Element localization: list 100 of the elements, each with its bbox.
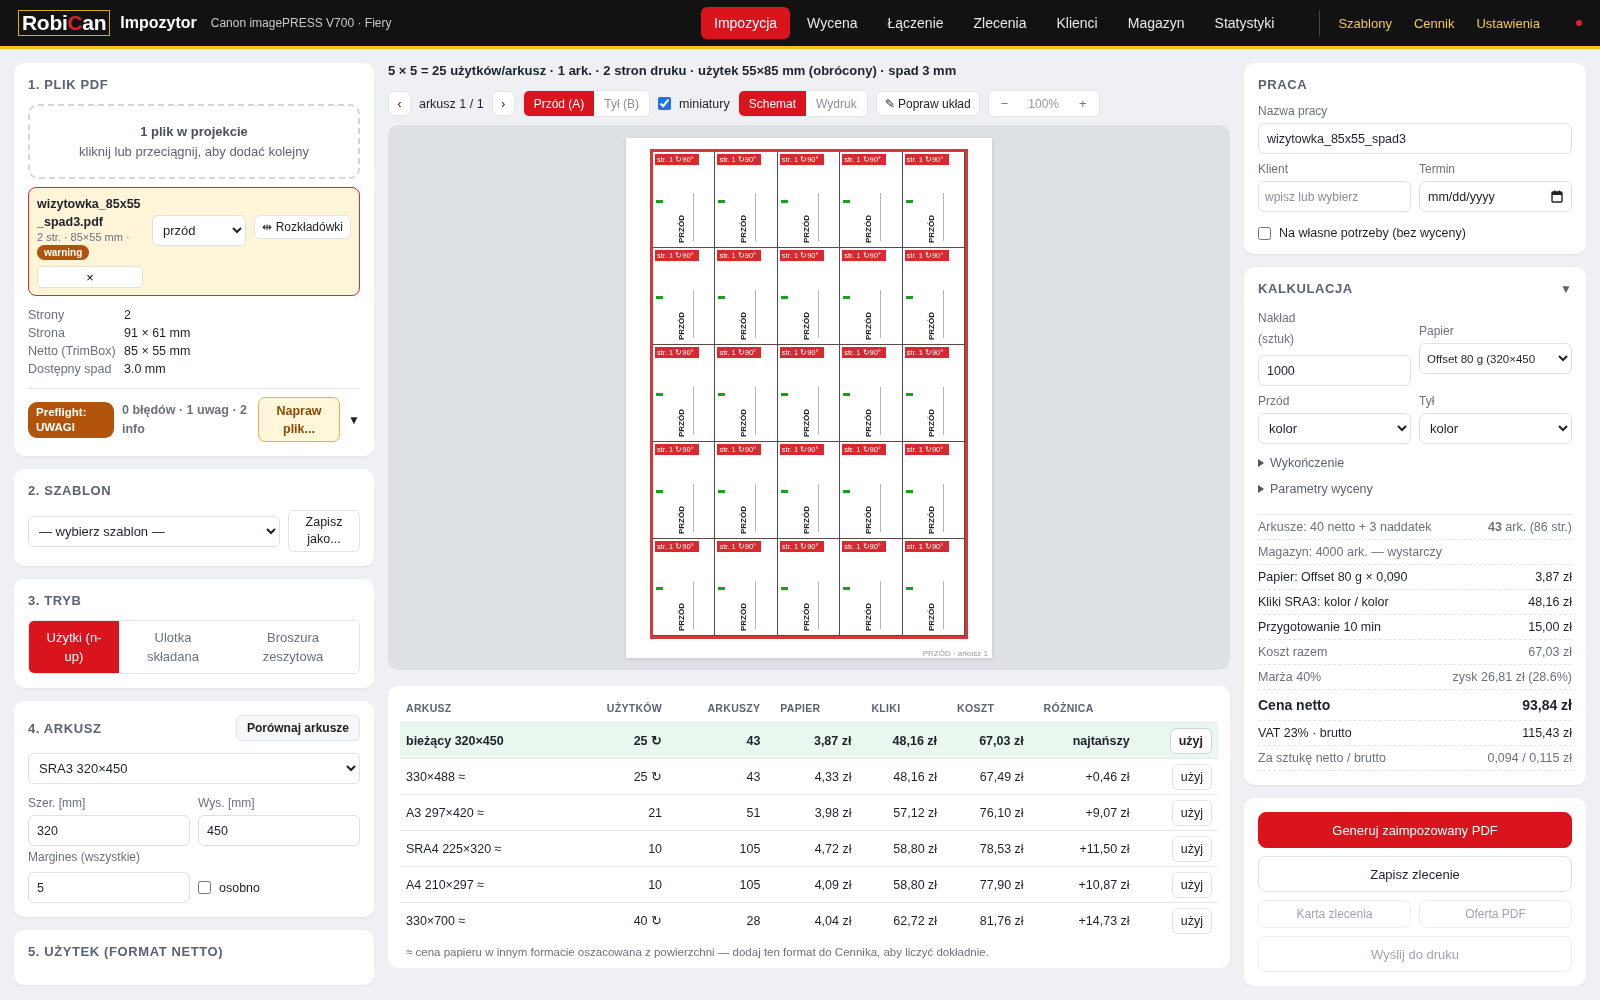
nav-tab[interactable]: Łączenie xyxy=(874,7,957,39)
marker-icon xyxy=(656,393,663,397)
marker-icon xyxy=(718,489,726,493)
column-header: KOSZT xyxy=(943,694,1030,723)
quantity-field[interactable]: 1000 xyxy=(1258,355,1411,386)
table-cell: 25 ↻ xyxy=(566,758,669,795)
cost-value: 0,094 / 0,115 zł xyxy=(1487,751,1572,765)
collapse-toggle[interactable]: ▼ xyxy=(1560,281,1572,296)
table-cell: 3,98 zł xyxy=(766,794,858,831)
fine-print-mark xyxy=(880,580,882,629)
side-select[interactable]: przód xyxy=(152,215,247,246)
view-tab[interactable]: Schemat xyxy=(738,91,807,116)
back-color-select[interactable]: kolor xyxy=(1419,413,1572,444)
thumbnails-checkbox[interactable] xyxy=(658,97,671,110)
fine-print-mark xyxy=(693,580,694,629)
fine-print-mark xyxy=(755,290,757,339)
section-title: KALKULACJA xyxy=(1258,281,1353,296)
marker-icon xyxy=(718,296,726,300)
nav-tab[interactable]: Klienci xyxy=(1043,7,1111,39)
compare-button[interactable]: Porównaj arkusze xyxy=(235,715,360,741)
table-cell: 330×488 ≈ xyxy=(400,758,567,795)
drop-zone[interactable]: 1 plik w projekcie kliknij lub przeciągnij, aby dodać kolejny xyxy=(28,104,360,179)
previous-button[interactable]: ‹ xyxy=(388,91,411,116)
layout-summary: 5 × 5 = 25 użytków/arkusz · 1 ark. · 2 stron druku · użytek 55×85 mm (obrócony) · spad 3 mm xyxy=(388,63,958,78)
checkbox-label: Na własne potrzeby (bez wyceny) xyxy=(1279,226,1466,240)
paper-select[interactable]: Offset 80 g (320×450 xyxy=(1419,343,1572,374)
table-cell: 105 xyxy=(668,866,767,903)
fine-print-mark xyxy=(817,483,819,532)
use-button[interactable]: użyj xyxy=(1171,799,1212,826)
header-link[interactable]: Cennik xyxy=(1413,15,1455,31)
table-cell: +0,46 zł xyxy=(1029,758,1136,795)
zoom-in-button[interactable]: + xyxy=(1071,96,1095,111)
fine-print-mark xyxy=(755,580,757,629)
field-label: Szer. [mm] xyxy=(28,796,87,810)
separate-checkbox[interactable] xyxy=(198,881,211,894)
table-cell: najtańszy xyxy=(1029,722,1136,759)
column-header: UŻYTKÓW xyxy=(566,694,669,723)
nav-tab[interactable]: Wycena xyxy=(794,7,871,39)
checkbox-label: osobno xyxy=(219,880,260,895)
front-color-select[interactable]: kolor xyxy=(1258,413,1411,444)
side-label: PRZÓD xyxy=(801,505,811,534)
height-field[interactable]: 450 xyxy=(198,815,360,846)
section-title: 2. SZABLON xyxy=(28,483,113,498)
action-button[interactable]: Generuj zaimpozowany PDF xyxy=(1258,812,1572,848)
info-value: 91 × 61 mm xyxy=(124,326,192,340)
sheet-select[interactable]: SRA3 320×450 xyxy=(28,753,360,784)
header-link[interactable]: Ustawienia xyxy=(1476,15,1540,31)
fix-file-button[interactable]: Napraw plik... xyxy=(258,397,340,442)
table-note: ≈ cena papieru w innym formacie oszacowana z powierzchni — dodaj ten format do Cennika, aby liczyć dokładnie. xyxy=(405,945,990,960)
use-button[interactable]: użyj xyxy=(1171,871,1212,898)
marker-icon xyxy=(905,489,913,493)
info-value: 85 × 55 mm xyxy=(124,344,192,358)
next-button[interactable]: › xyxy=(491,91,515,116)
nav-tab[interactable]: Magazyn xyxy=(1114,7,1198,39)
section-title: 3. TRYB xyxy=(28,593,83,608)
table-cell: 48,16 zł xyxy=(857,722,944,759)
action-button[interactable]: Zapisz zlecenie xyxy=(1258,856,1572,892)
zoom-out-button[interactable]: − xyxy=(992,96,1017,111)
fine-print-mark xyxy=(755,386,757,435)
nav-tab[interactable]: Impozycja xyxy=(701,7,791,39)
width-field[interactable]: 320 xyxy=(28,815,190,846)
nav-tab[interactable]: Statystyki xyxy=(1201,7,1288,39)
job-name-field[interactable]: wizytowka_85x55_spad3 xyxy=(1258,123,1572,154)
internal-checkbox[interactable] xyxy=(1258,226,1271,240)
template-select[interactable]: — wybierz szablon — xyxy=(28,515,280,547)
expand-toggle[interactable]: ▼ xyxy=(348,412,360,427)
spreads-button[interactable]: ⇹ Rozkładówki xyxy=(254,215,351,239)
info-label: Dostępny spad xyxy=(28,362,113,376)
side-label: PRZÓD xyxy=(739,408,749,437)
margin-field[interactable]: 5 xyxy=(28,872,190,903)
file-name: wizytowka_85x55_spad3.pdf xyxy=(37,196,142,231)
use-button[interactable]: użyj xyxy=(1169,727,1212,754)
section-title: 5. UŻYTEK (FORMAT NETTO) xyxy=(28,944,225,959)
use-button[interactable]: użyj xyxy=(1171,907,1212,934)
date-field[interactable]: mm/dd/yyyy xyxy=(1419,181,1572,212)
client-field[interactable]: wpisz lub wybierz xyxy=(1258,181,1411,212)
marker-icon xyxy=(780,393,788,397)
remove-button[interactable]: × xyxy=(37,266,143,288)
table-cell: SRA4 225×320 ≈ xyxy=(400,830,567,867)
save-as-button[interactable]: Zapisz jako... xyxy=(288,510,360,552)
fix-layout-button[interactable]: ✎ Popraw układ xyxy=(875,91,980,116)
table-cell: 4,72 zł xyxy=(766,830,858,867)
drop-zone-title: 1 plik w projekcie xyxy=(139,124,249,139)
side-tab[interactable]: Przód (A) xyxy=(523,91,595,116)
table-cell: 67,03 zł xyxy=(943,722,1030,759)
header-link[interactable]: Szablony xyxy=(1338,15,1392,31)
preflight-badge: Preflight: UWAGI xyxy=(28,401,114,438)
use-button[interactable]: użyj xyxy=(1171,835,1212,862)
fine-print-mark xyxy=(942,290,944,339)
zoom-level: 100% xyxy=(1027,96,1060,111)
mode-tab[interactable]: Użytki (n-up) xyxy=(29,621,119,673)
fine-print-mark xyxy=(693,386,694,435)
nav-tab[interactable]: Zlecenia xyxy=(960,7,1040,39)
side-label: PRZÓD xyxy=(739,312,749,341)
cost-label: Cena netto xyxy=(1258,697,1331,713)
info-value: 3.0 mm xyxy=(124,362,167,376)
use-button[interactable]: użyj xyxy=(1171,763,1212,790)
table-cell: 78,53 zł xyxy=(943,830,1030,867)
table-cell: 21 xyxy=(566,794,669,831)
cost-value: 115,43 zł xyxy=(1522,726,1572,740)
